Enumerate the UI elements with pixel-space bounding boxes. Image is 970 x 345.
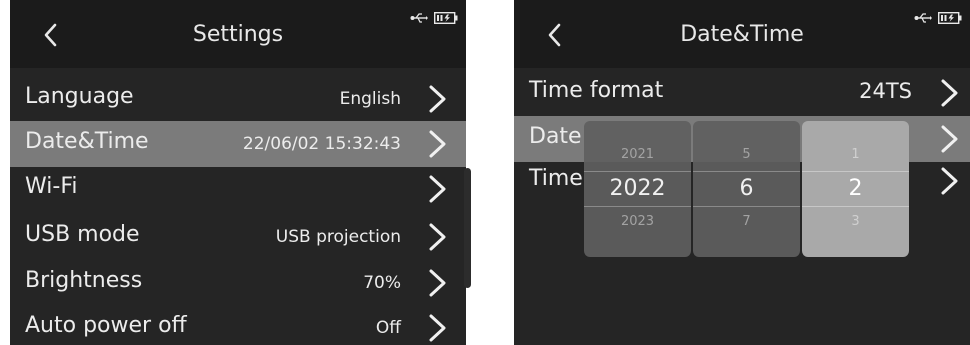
chevron-right-icon <box>941 125 958 153</box>
settings-item-value: 22/06/02 15:32:43 <box>242 134 401 154</box>
chevron-right-icon <box>429 175 446 203</box>
status-bar <box>410 10 458 26</box>
chevron-right-icon <box>429 314 446 342</box>
settings-item-label: Language <box>25 84 134 109</box>
date-time-item-label: Time <box>529 166 583 191</box>
date-time-header: Date&Time <box>514 0 970 68</box>
settings-item-date-time[interactable]: Date&Time 22/06/02 15:32:43 <box>10 121 466 167</box>
month-current-value: 6 <box>739 176 754 201</box>
scrollbar[interactable] <box>464 168 471 288</box>
settings-item-value: English <box>339 89 401 109</box>
picker-separator <box>693 171 800 172</box>
date-time-item-time-format[interactable]: Time format 24TS <box>514 70 970 116</box>
picker-separator <box>693 206 800 207</box>
picker-separator <box>802 206 909 207</box>
settings-screen: Settings Language English Date&Time 22/0… <box>10 0 466 345</box>
date-time-item-label: Date <box>529 124 582 149</box>
chevron-right-icon <box>941 79 958 107</box>
settings-item-label: Auto power off <box>25 313 187 338</box>
year-picker-column[interactable]: 2021 2022 2023 <box>584 121 691 257</box>
picker-separator <box>802 171 909 172</box>
picker-separator <box>584 206 691 207</box>
day-current-value: 2 <box>848 176 863 201</box>
battery-icon <box>434 12 458 24</box>
date-picker: 2021 2022 2023 5 6 7 1 2 3 <box>584 121 910 257</box>
day-picker-column[interactable]: 1 2 3 <box>802 121 909 257</box>
picker-separator <box>584 171 691 172</box>
settings-item-label: Date&Time <box>25 129 149 154</box>
usb-icon <box>914 13 932 23</box>
year-next-value: 2023 <box>620 214 655 229</box>
status-bar <box>914 10 962 26</box>
month-picker-column[interactable]: 5 6 7 <box>693 121 800 257</box>
chevron-right-icon <box>429 269 446 297</box>
date-time-item-label: Time format <box>529 78 664 103</box>
settings-item-wifi[interactable]: Wi-Fi <box>10 166 466 212</box>
settings-item-auto-power-off[interactable]: Auto power off Off <box>10 305 466 345</box>
settings-item-usb-mode[interactable]: USB mode USB projection <box>10 214 466 260</box>
page-title: Settings <box>192 22 284 47</box>
settings-header: Settings <box>10 0 466 68</box>
month-next-value: 7 <box>742 214 751 229</box>
settings-item-language[interactable]: Language English <box>10 76 466 122</box>
month-prev-value: 5 <box>742 147 751 162</box>
year-current-value: 2022 <box>609 176 666 201</box>
day-next-value: 3 <box>851 214 860 229</box>
battery-icon <box>938 12 962 24</box>
chevron-right-icon <box>429 223 446 251</box>
date-time-item-value: 24TS <box>859 79 912 103</box>
settings-item-value: 70% <box>363 273 401 293</box>
date-time-screen: Date&Time Time format 24TS Date Time 202… <box>514 0 970 345</box>
page-title: Date&Time <box>680 22 804 47</box>
settings-item-label: USB mode <box>25 222 140 247</box>
settings-item-label: Brightness <box>25 268 143 293</box>
chevron-right-icon <box>429 85 446 113</box>
chevron-right-icon <box>429 130 446 158</box>
settings-item-value: Off <box>375 318 401 338</box>
year-prev-value: 2021 <box>620 147 655 162</box>
settings-item-label: Wi-Fi <box>25 174 78 199</box>
settings-item-brightness[interactable]: Brightness 70% <box>10 260 466 306</box>
settings-item-value: USB projection <box>275 227 401 247</box>
day-prev-value: 1 <box>851 147 860 162</box>
chevron-right-icon <box>941 167 958 195</box>
usb-icon <box>410 13 428 23</box>
